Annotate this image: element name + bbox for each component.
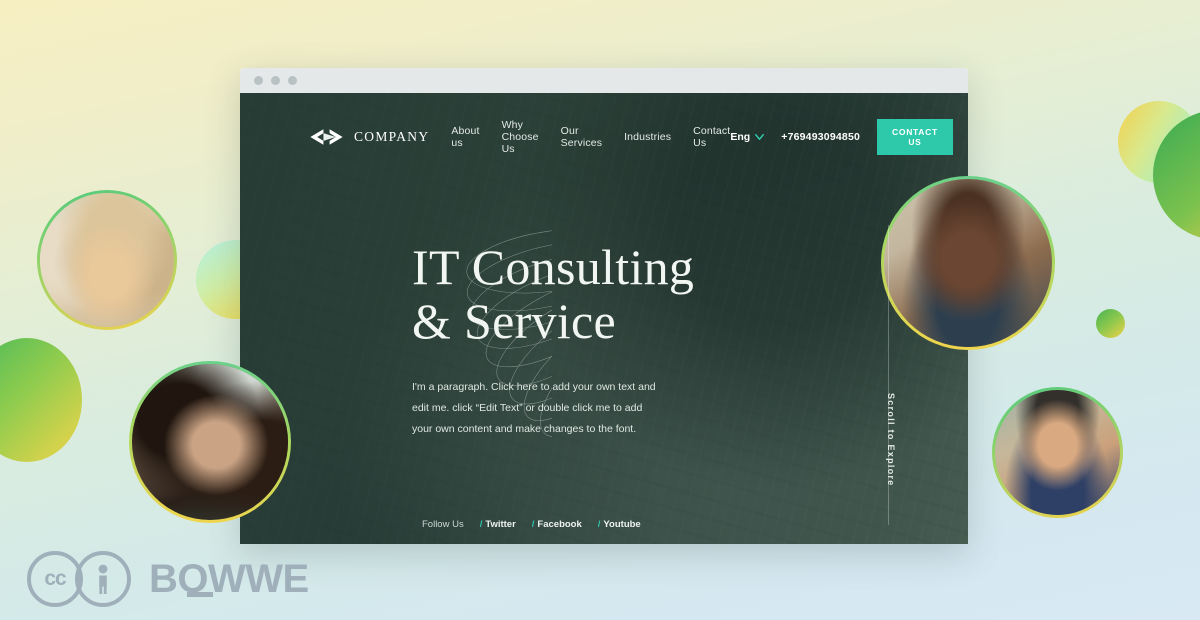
social-link-facebook[interactable]: / Facebook [532, 519, 582, 530]
creative-commons-icons: cc [27, 551, 131, 607]
decorative-sphere-right-tiny [1096, 309, 1125, 338]
separator-slash: / [479, 519, 483, 530]
phone-number[interactable]: +769493094850 [781, 131, 860, 143]
window-dot-close[interactable] [254, 76, 263, 85]
cc-by-person-icon [75, 551, 131, 607]
nav-link-about-us[interactable]: About us [451, 125, 479, 149]
contact-us-button[interactable]: CONTACT US [877, 119, 953, 155]
bowwe-wordmark-text: BOWWE [149, 556, 309, 601]
nav-link-our-services[interactable]: Our Services [561, 125, 602, 149]
follow-us-label: Follow Us [422, 519, 464, 530]
avatar-image [40, 193, 174, 327]
hero-title-line-2: & Service [412, 292, 617, 349]
avatar-photo [995, 390, 1120, 515]
site-navigation: COMPANY About us Why Choose Us Our Servi… [240, 117, 968, 157]
avatar-photo [884, 179, 1052, 347]
bowwe-wordmark: BOWWE [149, 557, 309, 602]
avatar-woman-laughing [881, 176, 1055, 350]
nav-link-industries[interactable]: Industries [624, 131, 671, 143]
website-preview: COMPANY About us Why Choose Us Our Servi… [240, 93, 968, 544]
person-icon [98, 564, 108, 594]
social-link-twitter[interactable]: / Twitter [480, 519, 516, 530]
avatar-image [884, 179, 1052, 347]
avatar-image [132, 364, 288, 520]
scroll-to-explore-label: Scroll to Explore [886, 393, 896, 487]
window-dot-minimize[interactable] [271, 76, 280, 85]
bowwe-watermark: cc BOWWE [27, 551, 309, 607]
social-links-bar: Follow Us / Twitter / Facebook / Youtube [422, 519, 641, 530]
nav-right-group: Eng +769493094850 CONTACT US [730, 119, 953, 155]
brand-name: COMPANY [354, 129, 430, 144]
nav-links: About us Why Choose Us Our Services Indu… [451, 119, 730, 155]
decorative-sphere-left [0, 338, 82, 462]
bowwe-o-underline [187, 591, 213, 597]
language-label: Eng [730, 131, 751, 143]
separator-slash: / [597, 519, 601, 530]
chevron-down-icon [755, 134, 765, 140]
social-link-youtube[interactable]: / Youtube [598, 519, 641, 530]
nav-link-why-choose-us[interactable]: Why Choose Us [502, 119, 539, 155]
separator-slash: / [531, 519, 535, 530]
avatar-photo [132, 364, 288, 520]
hero-title: IT Consulting & Service [412, 239, 752, 349]
avatar-photo [40, 193, 174, 327]
avatar-man-beard [129, 361, 291, 523]
social-link-youtube-label[interactable]: Youtube [603, 519, 640, 530]
social-link-twitter-label[interactable]: Twitter [485, 519, 515, 530]
language-selector[interactable]: Eng [730, 131, 765, 143]
window-dot-maximize[interactable] [288, 76, 297, 85]
chevron-logo-icon [310, 129, 343, 145]
avatar-woman-blonde [37, 190, 177, 330]
social-link-facebook-label[interactable]: Facebook [537, 519, 581, 530]
nav-link-contact-us[interactable]: Contact Us [693, 125, 730, 149]
hero-paragraph[interactable]: I'm a paragraph. Click here to add your … [412, 377, 658, 440]
brand-logo[interactable]: COMPANY [308, 127, 429, 147]
browser-window: COMPANY About us Why Choose Us Our Servi… [240, 68, 968, 544]
browser-title-bar [240, 68, 968, 93]
avatar-image [995, 390, 1120, 515]
avatar-man-cap [992, 387, 1123, 518]
hero-title-line-1: IT Consulting [412, 239, 695, 295]
hero-section: IT Consulting & Service I'm a paragraph.… [412, 239, 752, 440]
